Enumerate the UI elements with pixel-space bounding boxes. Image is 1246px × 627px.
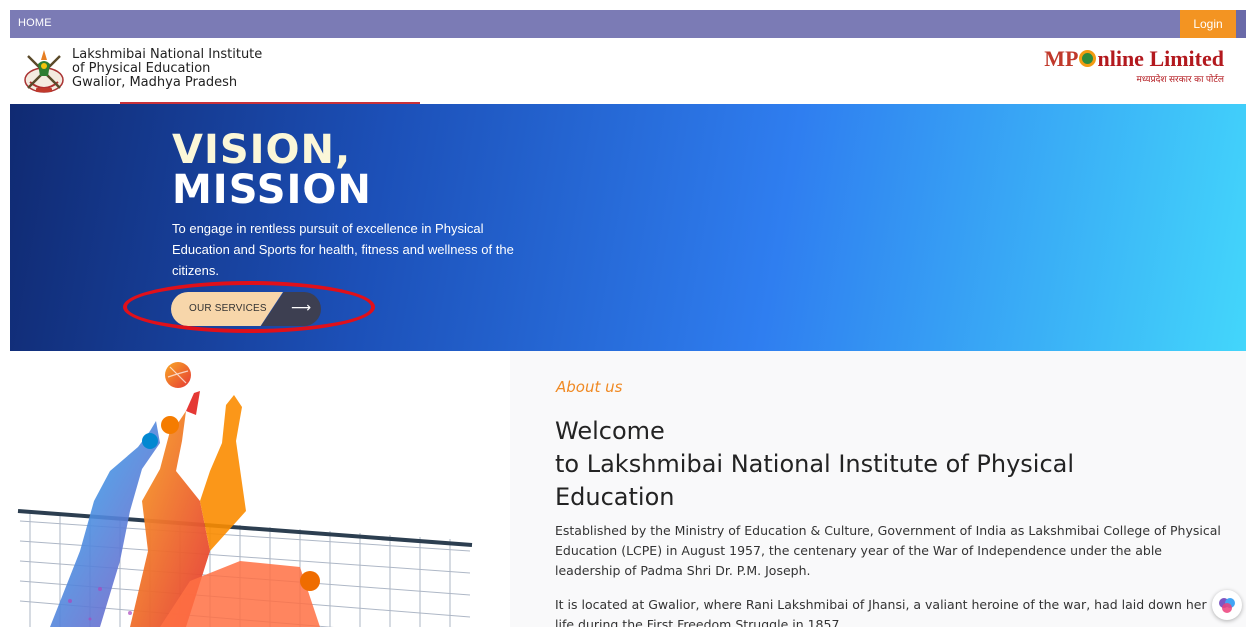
- about-heading-line1: Welcome: [555, 417, 665, 445]
- about-paragraph-1: Established by the Ministry of Education…: [555, 523, 1221, 578]
- brand-tagline: मध्यप्रदेश सरकार का पोर्टल: [1136, 74, 1224, 84]
- nav-edge-divider: [1236, 10, 1246, 38]
- hero-title-line2: MISSION: [172, 167, 372, 213]
- highlight-annotation-ring: [123, 281, 375, 333]
- mponline-logo-text: MP nline Limited: [1044, 48, 1224, 70]
- brand-prefix: MP: [1044, 46, 1079, 71]
- hero-description: To engage in rentless pursuit of excelle…: [172, 221, 514, 278]
- hero-title: VISION, MISSION: [172, 130, 372, 210]
- nav-home-link[interactable]: HOME: [18, 17, 52, 29]
- volleyball-illustration: [10, 351, 510, 627]
- hero-title-line1: VISION,: [172, 127, 352, 173]
- brand-suffix: nline Limited: [1097, 46, 1224, 71]
- about-paragraph-2: It is located at Gwalior, where Rani Lak…: [555, 597, 1207, 627]
- mponline-brand[interactable]: MP nline Limited मध्यप्रदेश सरकार का पोर्…: [1044, 48, 1224, 85]
- login-button[interactable]: Login: [1180, 10, 1236, 38]
- institute-name-line3: Gwalior, Madhya Pradesh: [72, 75, 238, 90]
- institute-logo-icon[interactable]: [22, 44, 66, 96]
- site-header: Lakshmibai National Institute of Physica…: [10, 38, 1246, 104]
- hero-banner: VISION, MISSION To engage in rentless pu…: [10, 104, 1246, 351]
- mponline-globe-icon: [1079, 50, 1097, 67]
- institute-name-line2: of Physical Education: [72, 61, 211, 76]
- chat-widget-icon[interactable]: [1212, 590, 1242, 620]
- top-nav-bar: HOME Login: [10, 10, 1246, 38]
- about-heading: Welcome to Lakshmibai National Institute…: [555, 415, 1195, 514]
- about-kicker: About us: [556, 378, 623, 396]
- about-section: About us Welcome to Lakshmibai National …: [10, 351, 1246, 627]
- institute-name: Lakshmibai National Institute of Physica…: [72, 48, 262, 90]
- about-heading-line2: to Lakshmibai National Institute of Phys…: [555, 450, 1075, 511]
- institute-name-line1: Lakshmibai National Institute: [72, 47, 263, 62]
